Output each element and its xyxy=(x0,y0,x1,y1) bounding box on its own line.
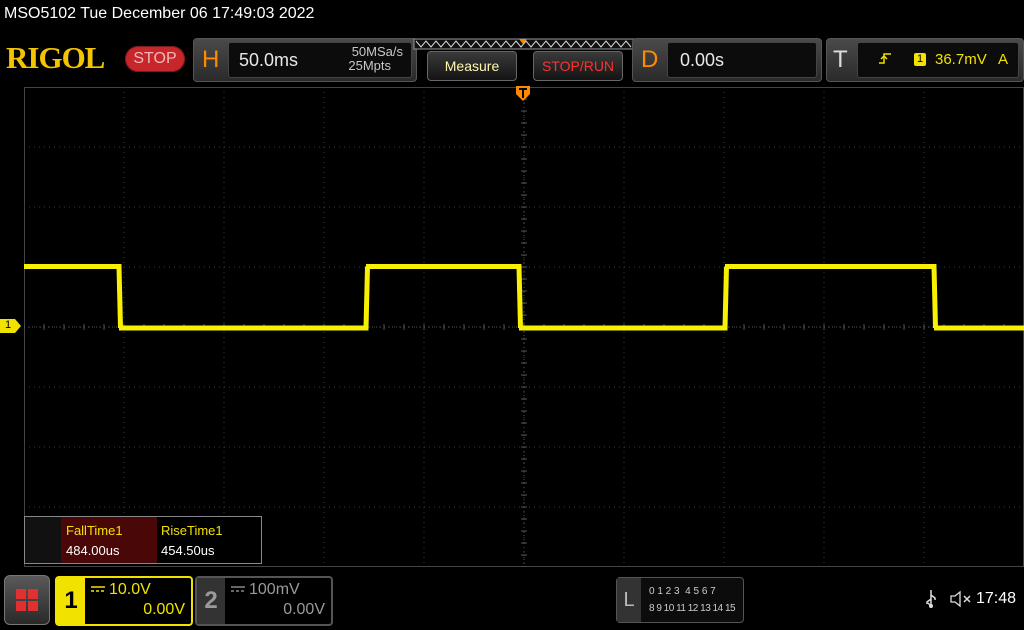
menu-grid-icon xyxy=(16,589,38,611)
stop-run-button[interactable]: STOP/RUN xyxy=(533,51,623,81)
channel-2-number: 2 xyxy=(197,578,225,624)
rigol-logo: RIGOL xyxy=(6,40,105,75)
speaker-muted-icon[interactable] xyxy=(949,589,973,609)
usb-icon xyxy=(926,590,936,608)
trigger-source-badge: 1 xyxy=(914,53,926,66)
measurement-value: 454.50us xyxy=(161,543,215,558)
measure-button[interactable]: Measure xyxy=(427,51,517,81)
logic-channels-row-2: 8 9 10 11 12 13 14 15 xyxy=(649,603,736,614)
trigger-panel[interactable]: T 1 36.7mV A xyxy=(826,38,1024,82)
channel-marker-label: 1 xyxy=(5,319,12,331)
rising-edge-icon xyxy=(879,53,891,64)
dc-coupling-icon xyxy=(91,586,105,592)
measurement-name: FallTime1 xyxy=(66,523,123,538)
logic-letter: L xyxy=(617,578,641,622)
channel-1-scale: 10.0V xyxy=(109,581,151,598)
trigger-t-icon xyxy=(516,86,530,101)
device-title: MSO5102 Tue December 06 17:49:03 2022 xyxy=(4,5,315,22)
trigger-position-indicator[interactable] xyxy=(516,86,530,108)
title-bar: MSO5102 Tue December 06 17:49:03 2022 xyxy=(0,0,1024,30)
memory-overview xyxy=(413,37,635,50)
channel-2-scale: 100mV xyxy=(249,581,300,598)
delay-panel[interactable]: D 0.00s xyxy=(632,38,822,82)
horizontal-panel[interactable]: H 50.0ms 50MSa/s 25Mpts xyxy=(193,38,417,82)
graticule xyxy=(23,86,1024,568)
channel-2-panel[interactable]: 2 100mV 0.00V xyxy=(195,576,333,626)
measure-button-label: Measure xyxy=(444,58,500,74)
sample-rate: 50MSa/s xyxy=(351,44,403,59)
horizontal-readout: 50.0ms 50MSa/s 25Mpts xyxy=(228,42,412,78)
measurement-panel[interactable]: FallTime1 484.00us RiseTime1 454.50us xyxy=(24,516,262,564)
memory-depth: 25Mpts xyxy=(348,58,391,73)
logic-channels-row-1: 0 1 2 3 4 5 6 7 xyxy=(649,586,716,597)
channel-1-marker[interactable]: 1 xyxy=(0,319,22,333)
channel-2-offset: 0.00V xyxy=(283,601,325,618)
measurement-name: RiseTime1 xyxy=(161,523,223,538)
dc-coupling-icon xyxy=(231,586,245,592)
trigger-letter: T xyxy=(833,46,848,73)
memory-overview-strip xyxy=(413,38,635,50)
channel-1-number: 1 xyxy=(57,578,85,624)
system-clock: 17:48 xyxy=(976,590,1017,607)
logic-panel[interactable]: L 0 1 2 3 4 5 6 7 8 9 10 11 12 13 14 15 xyxy=(616,577,744,623)
stop-run-button-label: STOP/RUN xyxy=(541,58,615,74)
channel-1-offset: 0.00V xyxy=(143,601,185,618)
trigger-level: 36.7mV xyxy=(935,51,987,68)
trigger-mode: A xyxy=(998,51,1009,68)
main-menu-button[interactable] xyxy=(4,575,50,625)
delay-letter: D xyxy=(641,46,659,73)
horizontal-letter: H xyxy=(202,46,220,73)
delay-readout: 0.00s xyxy=(667,42,817,78)
run-status-badge[interactable]: STOP xyxy=(125,46,185,72)
measurement-value: 484.00us xyxy=(66,543,120,558)
waveform-display[interactable] xyxy=(23,86,1024,568)
channel-1-panel[interactable]: 1 10.0V 0.00V xyxy=(55,576,193,626)
timebase-value: 50.0ms xyxy=(239,50,299,70)
trigger-readout: 1 36.7mV A xyxy=(857,42,1019,78)
delay-value: 0.00s xyxy=(680,50,725,70)
